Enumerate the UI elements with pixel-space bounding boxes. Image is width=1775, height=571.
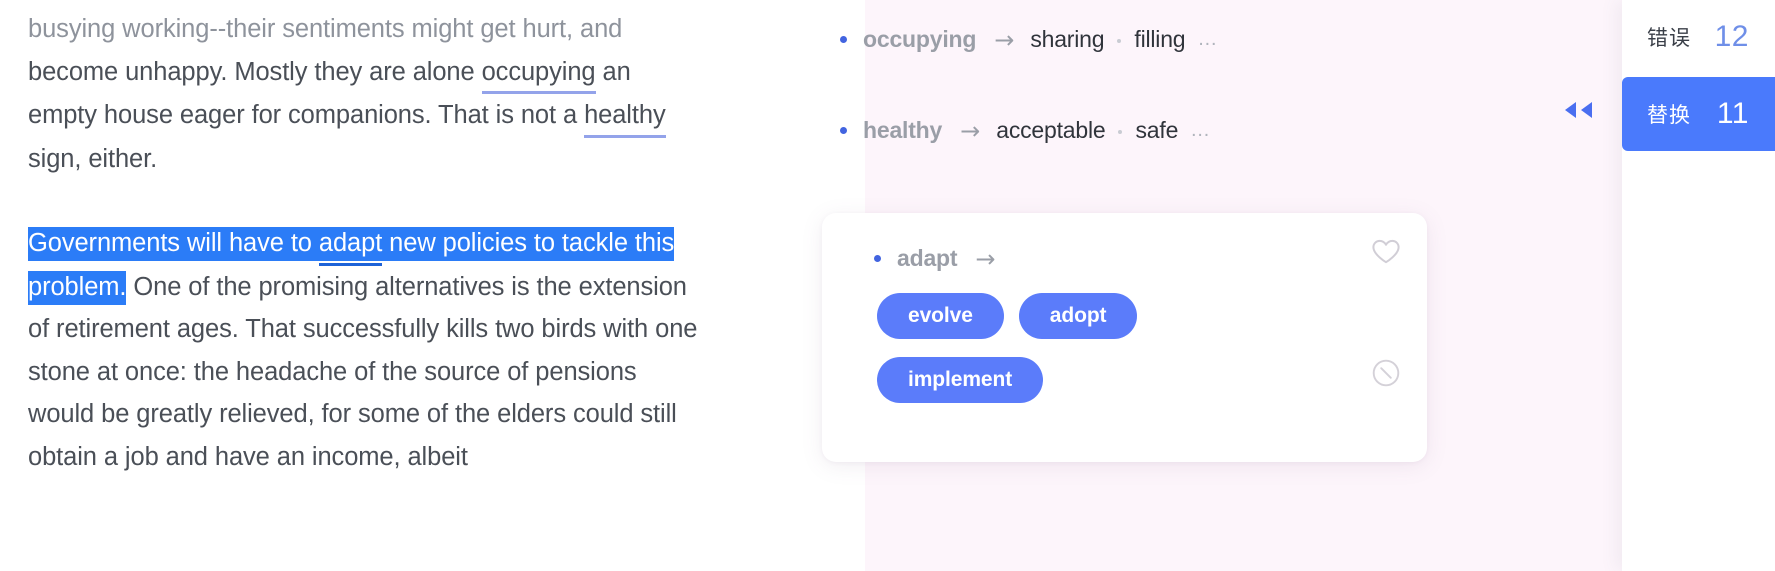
stat-count-replacements: 11: [1716, 97, 1749, 130]
flagged-word-occupying[interactable]: occupying: [482, 51, 596, 95]
heart-icon[interactable]: [1371, 238, 1401, 270]
suggestion-alternative-2[interactable]: filling: [1134, 26, 1185, 53]
more-alternatives-ellipsis[interactable]: …: [1197, 28, 1218, 51]
card-header: adapt →: [874, 245, 1011, 272]
double-chevron-left-icon: [1565, 102, 1592, 118]
suggestion-source-word: healthy: [863, 117, 943, 143]
separator-dot-icon: [1117, 38, 1122, 43]
bullet-icon: [840, 127, 847, 134]
circle-slash-icon[interactable]: [1371, 358, 1401, 393]
flagged-word-adapt[interactable]: adapt: [319, 222, 382, 266]
arrow-right-icon: →: [960, 116, 981, 145]
suggestion-alternative-2[interactable]: safe: [1135, 117, 1178, 144]
suggestion-row-healthy[interactable]: healthy → acceptable safe …: [840, 117, 1211, 144]
bullet-icon: [840, 36, 847, 43]
paragraph-previous[interactable]: busying working--their sentiments might …: [28, 8, 700, 180]
arrow-right-icon: →: [994, 25, 1015, 54]
stat-label-errors: 错误: [1647, 26, 1691, 50]
suggestion-alternative-1[interactable]: acceptable: [996, 117, 1105, 144]
replacement-chip-evolve[interactable]: evolve: [877, 293, 1004, 339]
paragraph-faded-first-line: busying working--their sentiments might …: [28, 15, 623, 43]
stat-item-replacements[interactable]: 替换 11: [1622, 77, 1775, 151]
stat-item-errors[interactable]: 错误 12: [1622, 0, 1775, 74]
document-pane[interactable]: busying working--their sentiments might …: [0, 0, 760, 571]
selected-text-a: Governments will have to: [28, 229, 319, 257]
stats-rail: 错误 12 替换 11: [1622, 0, 1775, 571]
stat-count-errors: 12: [1714, 20, 1749, 53]
replacement-chip-adopt[interactable]: adopt: [1018, 293, 1138, 339]
replacement-chip-list: evolve adopt implement: [877, 293, 1297, 403]
essay-text-body[interactable]: busying working--their sentiments might …: [28, 8, 700, 478]
expanded-suggestion-card[interactable]: adapt → evolve adopt implement: [822, 213, 1427, 462]
separator-dot-icon: [1118, 129, 1123, 134]
card-source-word: adapt: [897, 245, 958, 271]
collapse-panel-button[interactable]: [1559, 99, 1599, 121]
suggestion-source-word: occupying: [863, 26, 977, 52]
replacement-chip-implement[interactable]: implement: [877, 357, 1044, 403]
paragraph-text-c: sign, either.: [28, 144, 158, 173]
flagged-word-healthy[interactable]: healthy: [584, 94, 666, 138]
paragraph-remaining-text: One of the promising alternatives is the…: [28, 272, 698, 471]
more-alternatives-ellipsis[interactable]: …: [1190, 119, 1211, 142]
arrow-right-icon: →: [975, 244, 996, 273]
paragraph-current[interactable]: Governments will have to adapt new polic…: [28, 222, 700, 478]
suggestions-pane: occupying → sharing filling … healthy → …: [760, 0, 1622, 571]
suggestion-row-occupying[interactable]: occupying → sharing filling …: [840, 26, 1218, 53]
bullet-icon: [874, 255, 881, 262]
suggestion-alternative-1[interactable]: sharing: [1030, 26, 1104, 53]
stat-label-replacements: 替换: [1647, 103, 1691, 127]
paragraph-text-a: become unhappy. Mostly they are alone: [28, 57, 482, 86]
